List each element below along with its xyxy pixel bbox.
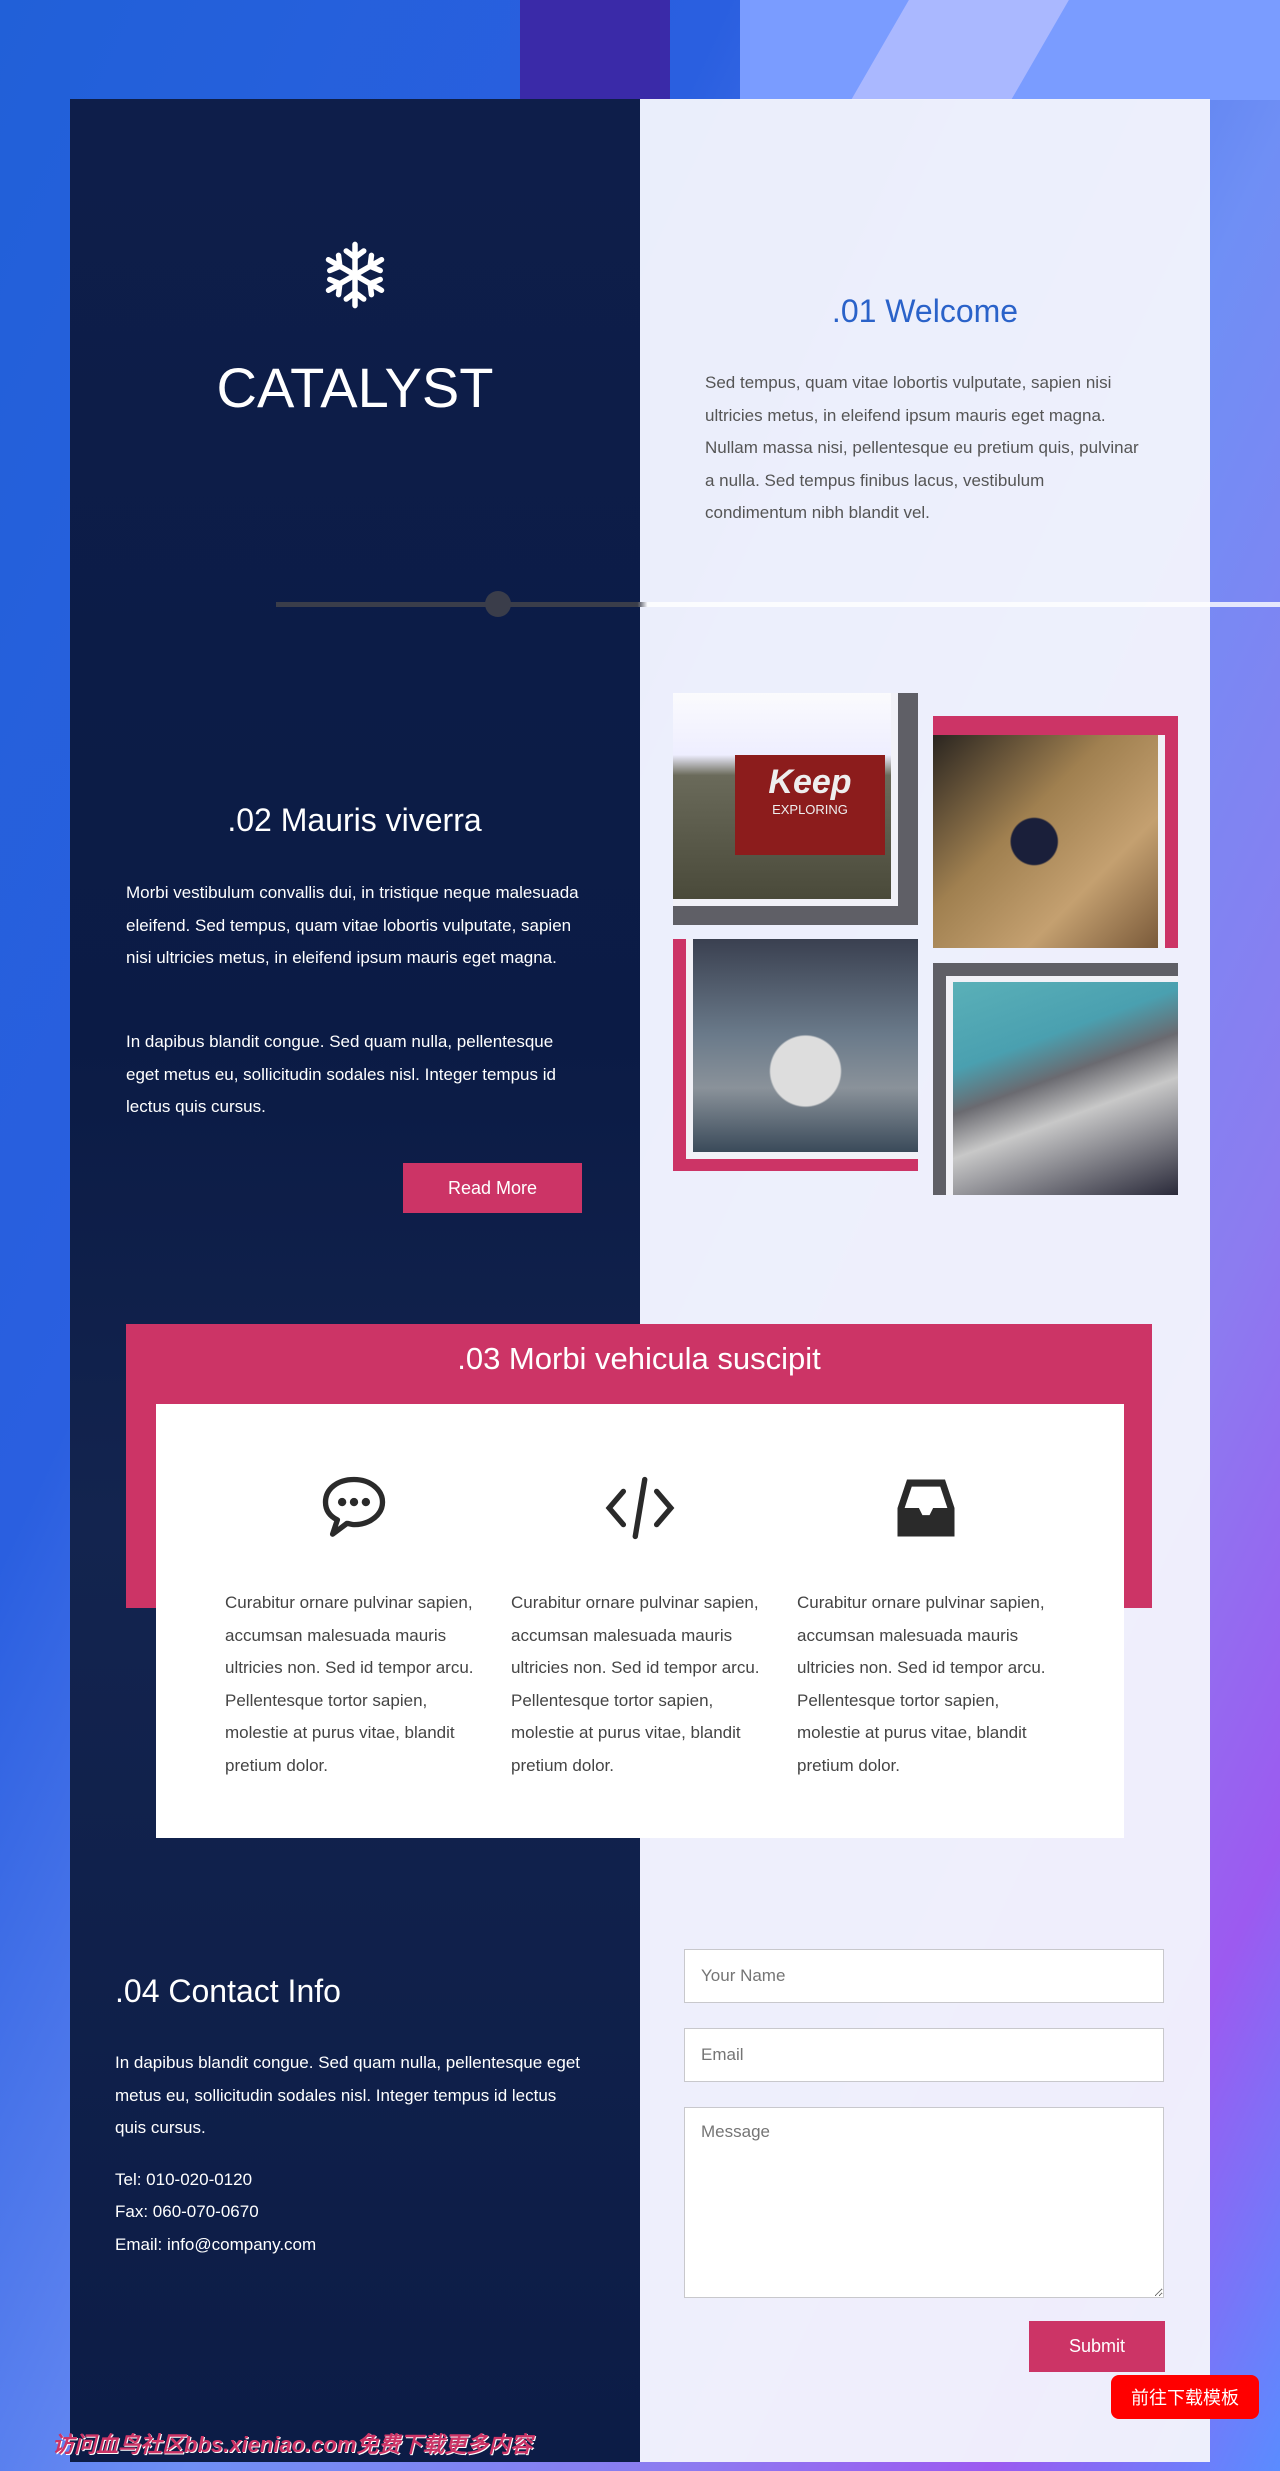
contact-heading: .04 Contact Info <box>115 1973 341 2009</box>
gallery-image-keep-exploring[interactable]: Keep EXPLORING <box>673 693 898 906</box>
feature-text: Curabitur ornare pulvinar sapien, accums… <box>797 1593 1046 1775</box>
about-heading: .02 Mauris viverra <box>227 802 482 838</box>
flag-text: EXPLORING <box>772 802 848 817</box>
contact-email: Email: info@company.com <box>115 2235 317 2254</box>
contact-fax: Fax: 060-070-0670 <box>115 2202 259 2221</box>
flag: Keep EXPLORING <box>735 755 885 855</box>
gallery-image-frozen-bubble[interactable] <box>686 939 918 1159</box>
welcome-text: Sed tempus, quam vitae lobortis vulputat… <box>705 373 1139 522</box>
read-more-button[interactable]: Read More <box>403 1163 582 1213</box>
feature-text: Curabitur ornare pulvinar sapien, accums… <box>225 1593 474 1775</box>
download-template-button[interactable]: 前往下载模板 <box>1111 2375 1259 2419</box>
brand-title: CATALYST <box>216 356 494 419</box>
about-text-1: Morbi vestibulum convallis dui, in trist… <box>126 883 579 967</box>
welcome-heading: .01 Welcome <box>831 293 1019 329</box>
snowflake-icon <box>320 240 390 310</box>
feature-text: Curabitur ornare pulvinar sapien, accums… <box>511 1593 760 1775</box>
decorative-line <box>276 602 1280 607</box>
name-input[interactable] <box>684 1949 1164 2003</box>
contact-tel: Tel: 010-020-0120 <box>115 2170 253 2189</box>
about-text-2: In dapibus blandit congue. Sed quam null… <box>126 1032 556 1116</box>
watermark-text: 访问血鸟社区bbs.xieniao.com免费下载更多内容 <box>52 2432 533 2457</box>
chat-bubble-icon <box>316 1470 392 1551</box>
email-input[interactable] <box>684 2028 1164 2082</box>
gallery-image-city[interactable] <box>946 976 1178 1195</box>
gallery-image-puffin[interactable] <box>933 735 1165 948</box>
contact-text: In dapibus blandit congue. Sed quam null… <box>115 2053 581 2137</box>
code-icon <box>602 1470 678 1551</box>
message-input[interactable] <box>684 2107 1164 2298</box>
flag-text: Keep <box>768 763 852 801</box>
features-heading: .03 Morbi vehicula suscipit <box>457 1341 821 1376</box>
submit-button[interactable]: Submit <box>1029 2321 1165 2372</box>
inbox-icon <box>888 1470 964 1551</box>
background-shape <box>520 0 670 100</box>
decorative-knob <box>485 591 511 617</box>
